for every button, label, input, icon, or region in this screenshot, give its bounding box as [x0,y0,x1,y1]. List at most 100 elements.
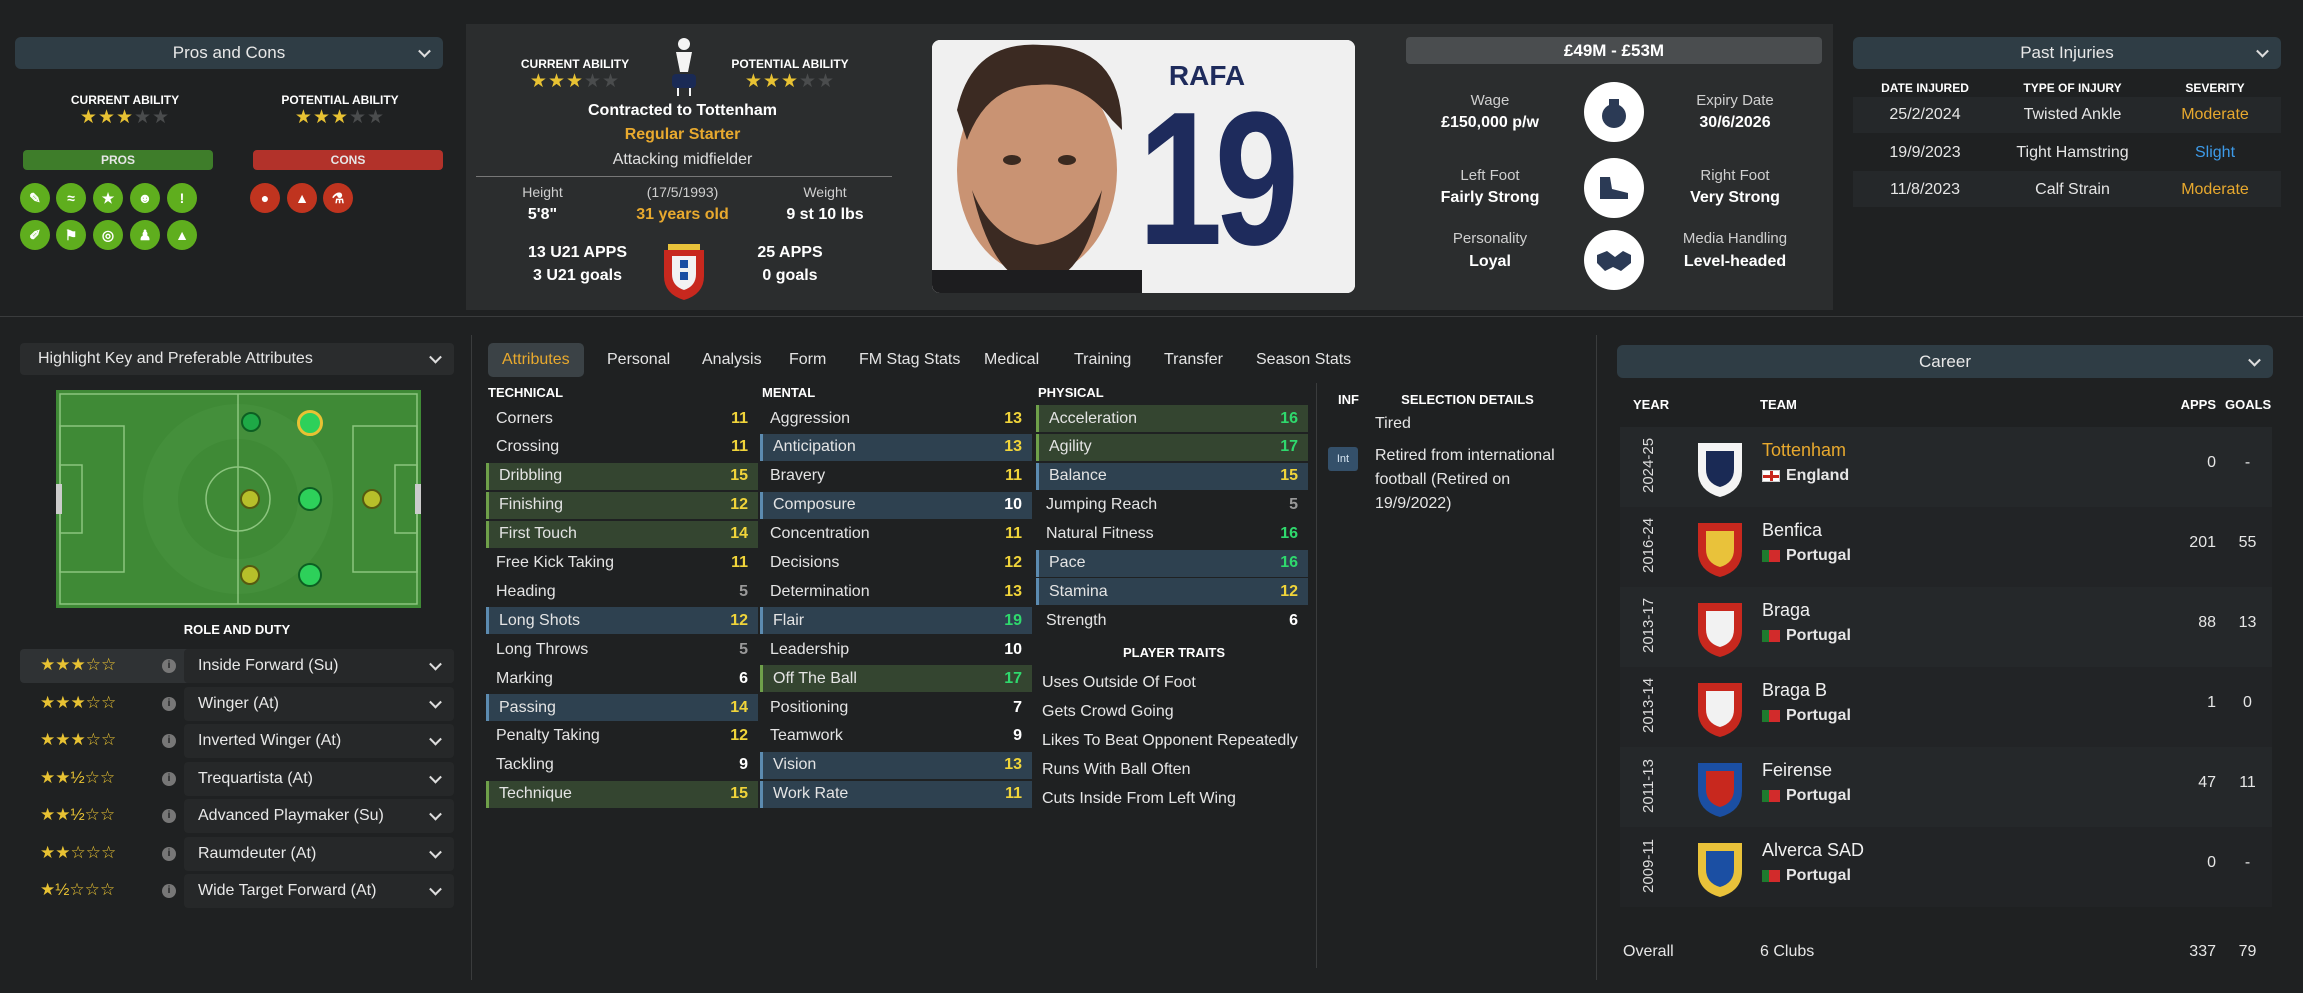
highlight-dropdown[interactable]: Highlight Key and Preferable Attributes [20,343,454,375]
role-select[interactable]: Trequartista (At) [184,761,454,796]
attribute-row[interactable]: Acceleration 16 [1036,405,1308,432]
pitch-position-marker-selected[interactable] [297,410,323,436]
attribute-row[interactable]: Jumping Reach 5 [1036,492,1308,519]
career-row[interactable]: 2016-24 Benfica Portugal 201 55 [1620,507,2272,587]
role-row[interactable]: ★★★☆☆ i Inside Forward (Su) [20,649,454,683]
pro-technique-icon[interactable]: ✐ [20,220,50,250]
career-team[interactable]: Feirense [1762,760,1832,781]
attribute-row[interactable]: Leadership 10 [760,636,1032,663]
tab-personal[interactable]: Personal [603,343,674,377]
attribute-row[interactable]: First Touch 14 [486,520,758,548]
attribute-row[interactable]: Crossing 11 [486,434,758,461]
attribute-row[interactable]: Off The Ball 17 [760,665,1032,693]
role-select[interactable]: Inverted Winger (At) [184,724,454,758]
role-select[interactable]: Raumdeuter (At) [184,836,454,871]
career-row[interactable]: 2009-11 Alverca SAD Portugal 0 - [1620,827,2272,907]
pro-agility-icon[interactable]: ▲ [167,220,197,250]
role-row[interactable]: ★★½☆☆ i Advanced Playmaker (Su) [20,799,454,833]
attribute-row[interactable]: Free Kick Taking 11 [486,550,758,577]
pitch-position-marker[interactable] [298,487,322,511]
attribute-row[interactable]: Corners 11 [486,405,758,432]
pro-flair-icon[interactable]: ★ [93,183,123,213]
attribute-row[interactable]: Long Shots 12 [486,607,758,635]
pitch-position-marker[interactable] [298,563,322,587]
pitch-position-marker[interactable] [241,412,261,432]
role-select[interactable]: Wide Target Forward (At) [184,874,454,908]
attribute-row[interactable]: Pace 16 [1036,549,1308,577]
con-flask-icon[interactable]: ⚗ [323,183,353,213]
attribute-row[interactable]: Composure 10 [760,491,1032,519]
attribute-row[interactable]: Dribbling 15 [486,462,758,490]
attribute-row[interactable]: Technique 15 [486,780,758,808]
info-icon[interactable]: i [162,659,176,673]
attribute-row[interactable]: Bravery 11 [760,463,1032,490]
con-strength-icon[interactable]: ▲ [287,183,317,213]
career-dropdown[interactable]: Career [1617,345,2273,378]
attribute-row[interactable]: Stamina 12 [1036,578,1308,606]
info-icon[interactable]: i [162,809,176,823]
tab-attributes[interactable]: Attributes [488,343,584,377]
career-team[interactable]: Benfica [1762,520,1822,541]
pro-ball-icon[interactable]: ! [167,183,197,213]
career-team[interactable]: Tottenham [1762,440,1846,461]
info-icon[interactable]: i [162,846,176,861]
attribute-row[interactable]: Decisions 12 [760,550,1032,577]
attribute-row[interactable]: Strength 6 [1036,607,1308,634]
info-icon[interactable]: i [162,771,176,786]
tab-form[interactable]: Form [785,343,830,377]
attribute-row[interactable]: Anticipation 13 [760,433,1032,461]
role-select[interactable]: Winger (At) [184,686,454,721]
tab-season-stats[interactable]: Season Stats [1252,343,1355,377]
info-icon[interactable]: i [162,696,176,711]
pitch-position-marker[interactable] [240,489,260,509]
attribute-row[interactable]: Determination 13 [760,578,1032,605]
career-team[interactable]: Braga B [1762,680,1827,701]
role-row[interactable]: ★★½☆☆ i Trequartista (At) [20,761,454,796]
attribute-row[interactable]: Vision 13 [760,751,1032,779]
attribute-row[interactable]: Passing 14 [486,694,758,721]
role-row[interactable]: ★★☆☆☆ i Raumdeuter (At) [20,836,454,871]
attribute-row[interactable]: Marking 6 [486,665,758,692]
pro-offball-icon[interactable]: ♟ [130,220,160,250]
role-select[interactable]: Inside Forward (Su) [184,649,454,683]
pro-crossing-icon[interactable]: ✎ [20,183,50,213]
attribute-row[interactable]: Aggression 13 [760,405,1032,432]
attribute-row[interactable]: Long Throws 5 [486,636,758,663]
info-icon[interactable]: i [162,884,176,898]
con-heading-icon[interactable]: ● [250,183,280,213]
pro-flag-icon[interactable]: ⚑ [56,220,86,250]
tab-analysis[interactable]: Analysis [698,343,766,377]
career-row[interactable]: 2013-17 Braga Portugal 88 13 [1620,587,2272,667]
attribute-row[interactable]: Work Rate 11 [760,780,1032,808]
attribute-row[interactable]: Heading 5 [486,578,758,605]
attribute-row[interactable]: Balance 15 [1036,462,1308,490]
attribute-row[interactable]: Natural Fitness 16 [1036,521,1308,548]
tab-training[interactable]: Training [1070,343,1135,377]
pitch-position-marker[interactable] [240,565,260,585]
career-row[interactable]: 2024-25 Tottenham England 0 - [1620,427,2272,507]
past-injuries-dropdown[interactable]: Past Injuries [1853,37,2281,69]
attribute-row[interactable]: Flair 19 [760,607,1032,635]
career-team[interactable]: Braga [1762,600,1810,621]
attribute-row[interactable]: Agility 17 [1036,433,1308,461]
attribute-row[interactable]: Penalty Taking 12 [486,723,758,750]
pro-dribbling-icon[interactable]: ≈ [56,183,86,213]
pros-cons-dropdown[interactable]: Pros and Cons [15,37,443,69]
tab-fm-stag-stats[interactable]: FM Stag Stats [855,343,964,377]
pro-target-icon[interactable]: ◎ [93,220,123,250]
pro-vision-icon[interactable]: ☻ [130,183,160,213]
info-icon[interactable]: i [162,734,176,748]
attribute-row[interactable]: Tackling 9 [486,752,758,779]
attribute-row[interactable]: Teamwork 9 [760,723,1032,750]
tab-transfer[interactable]: Transfer [1160,343,1227,377]
attribute-row[interactable]: Concentration 11 [760,521,1032,548]
pitch-position-marker[interactable] [362,489,382,509]
career-row[interactable]: 2011-13 Feirense Portugal 47 11 [1620,747,2272,827]
role-row[interactable]: ★★★☆☆ i Winger (At) [20,686,454,721]
role-row[interactable]: ★½☆☆☆ i Wide Target Forward (At) [20,874,454,908]
role-select[interactable]: Advanced Playmaker (Su) [184,799,454,833]
tab-medical[interactable]: Medical [980,343,1043,377]
career-row[interactable]: 2013-14 Braga B Portugal 1 0 [1620,667,2272,747]
career-team[interactable]: Alverca SAD [1762,840,1864,861]
int-badge[interactable]: Int [1328,447,1358,471]
